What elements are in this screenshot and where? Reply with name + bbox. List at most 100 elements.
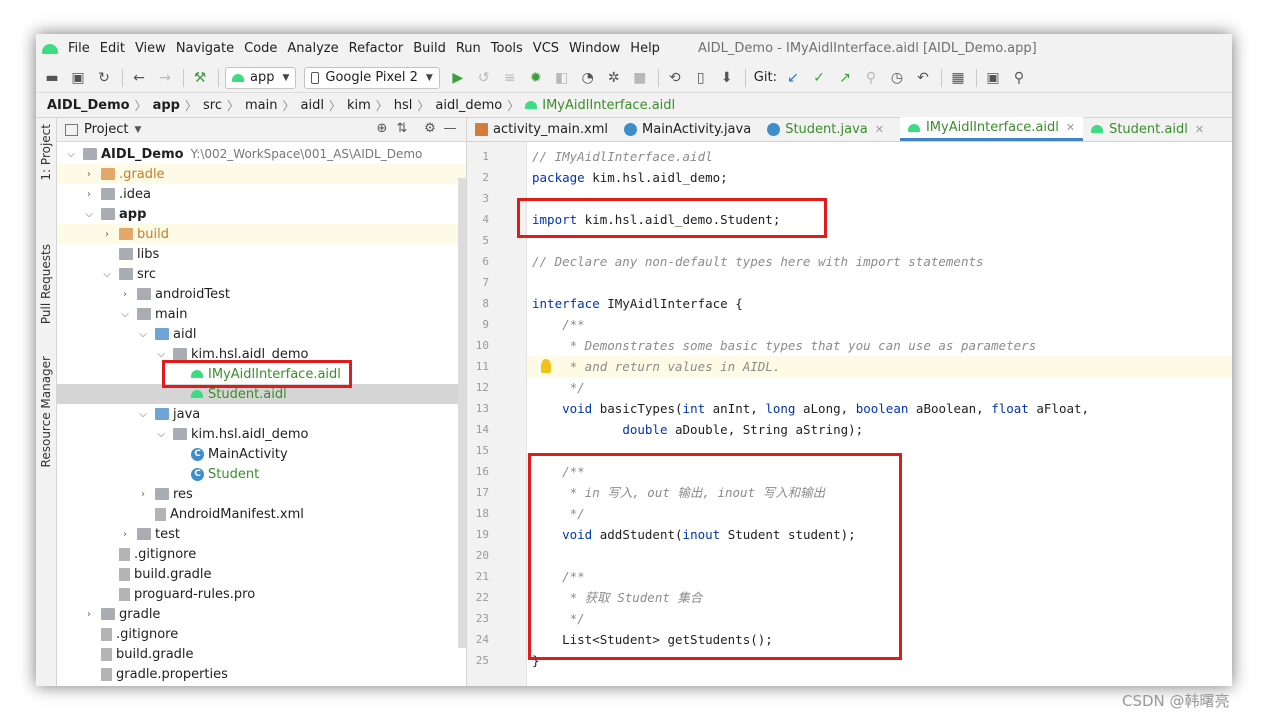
code-line[interactable]: // IMyAidlInterface.aidl — [527, 146, 1232, 167]
search-icon[interactable]: ⚲ — [1009, 68, 1029, 88]
chevron-down-icon[interactable]: ⌵ — [119, 309, 131, 320]
project-structure-icon[interactable]: ▦ — [948, 68, 968, 88]
run-config-select[interactable]: app ▼ — [225, 66, 297, 89]
code-line[interactable]: } — [527, 650, 1232, 671]
run-icon[interactable]: ▶ — [448, 68, 468, 88]
close-tab-icon[interactable]: ✕ — [875, 123, 884, 136]
chevron-right-icon[interactable]: › — [119, 289, 131, 300]
tree-row[interactable]: › test — [57, 524, 466, 544]
code-line[interactable]: */ — [527, 377, 1232, 398]
tree-row[interactable]: › build — [57, 224, 466, 244]
breadcrumb-item[interactable]: AIDL_Demo — [47, 98, 130, 113]
code-line[interactable]: package kim.hsl.aidl_demo; — [527, 167, 1232, 188]
git-update-icon[interactable]: ↙ — [783, 68, 803, 88]
tree-row[interactable]: gradle.properties — [57, 664, 466, 684]
menu-refactor[interactable]: Refactor — [349, 41, 404, 56]
chevron-right-icon[interactable]: › — [83, 609, 95, 620]
git-history-icon[interactable]: ◷ — [887, 68, 907, 88]
menu-tools[interactable]: Tools — [491, 41, 523, 56]
chevron-right-icon[interactable]: › — [83, 169, 95, 180]
close-tab-icon[interactable]: ✕ — [1195, 123, 1204, 136]
menu-analyze[interactable]: Analyze — [287, 41, 338, 56]
tree-row[interactable]: .gitignore — [57, 624, 466, 644]
git-rollback-icon[interactable]: ↶ — [913, 68, 933, 88]
tree-row[interactable]: proguard-rules.pro — [57, 584, 466, 604]
chevron-right-icon[interactable]: › — [83, 189, 95, 200]
presentation-mode-icon[interactable]: ▣ — [983, 68, 1003, 88]
menu-window[interactable]: Window — [569, 41, 620, 56]
chevron-down-icon[interactable]: ⌵ — [137, 329, 149, 340]
back-arrow-icon[interactable]: ← — [129, 68, 149, 88]
profile-icon[interactable]: ◔ — [578, 68, 598, 88]
project-tool-tab[interactable]: 1: Project — [39, 124, 53, 181]
code-line[interactable]: /** — [527, 566, 1232, 587]
tree-row[interactable]: C MainActivity — [57, 444, 466, 464]
chevron-right-icon[interactable]: › — [101, 229, 113, 240]
code-line[interactable] — [527, 272, 1232, 293]
make-project-hammer-icon[interactable]: ⚒ — [190, 68, 210, 88]
editor-tab[interactable]: Student.java ✕ — [767, 117, 892, 141]
menu-edit[interactable]: Edit — [100, 41, 125, 56]
chevron-down-icon[interactable]: ▼ — [134, 125, 141, 135]
breadcrumb-item[interactable]: aidl_demo — [435, 98, 502, 113]
tree-row[interactable]: ⌵ aidl — [57, 324, 466, 344]
chevron-right-icon[interactable]: › — [119, 529, 131, 540]
breadcrumb-item[interactable]: src — [203, 98, 222, 113]
tree-row[interactable]: build.gradle — [57, 644, 466, 664]
editor-tab[interactable]: MainActivity.java✕ — [624, 117, 759, 141]
git-commit-icon[interactable]: ✓ — [809, 68, 829, 88]
editor-tab[interactable]: IMyAidlInterface.aidl ✕ — [899, 117, 1084, 141]
code-line[interactable]: * Demonstrates some basic types that you… — [527, 335, 1232, 356]
chevron-right-icon[interactable]: › — [137, 489, 149, 500]
collapse-all-icon[interactable]: ⇅ — [392, 121, 412, 136]
debug-icon[interactable]: ✹ — [526, 68, 546, 88]
pull-requests-tool-tab[interactable]: Pull Requests — [39, 244, 53, 324]
chevron-down-icon[interactable]: ⌵ — [137, 409, 149, 420]
breadcrumb-item[interactable]: aidl — [300, 98, 323, 113]
chevron-down-icon[interactable]: ⌵ — [155, 429, 167, 440]
resource-manager-tool-tab[interactable]: Resource Manager — [39, 356, 53, 467]
menu-run[interactable]: Run — [456, 41, 481, 56]
code-line[interactable]: * and return values in AIDL. — [527, 356, 1232, 377]
editor-tab[interactable]: Student.aidl ✕ — [1091, 117, 1212, 141]
code-line[interactable]: import kim.hsl.aidl_demo.Student; — [527, 209, 1232, 230]
tree-row[interactable]: ⌵ main — [57, 304, 466, 324]
forward-arrow-icon[interactable]: → — [155, 68, 175, 88]
code-line[interactable]: /** — [527, 461, 1232, 482]
breadcrumb-item[interactable]: kim — [347, 98, 371, 113]
stop-icon[interactable]: ■ — [630, 68, 650, 88]
editor-tab[interactable]: activity_main.xml✕ — [475, 117, 616, 141]
menu-vcs[interactable]: VCS — [533, 41, 559, 56]
tree-row[interactable]: IMyAidlInterface.aidl — [57, 364, 466, 384]
tree-row[interactable]: .gitignore — [57, 544, 466, 564]
code-line[interactable]: interface IMyAidlInterface { — [527, 293, 1232, 314]
git-merge-icon[interactable]: ⚲ — [861, 68, 881, 88]
apply-changes-icon[interactable]: ↺ — [474, 68, 494, 88]
breadcrumb-item[interactable]: IMyAidlInterface.aidl — [542, 98, 675, 113]
tree-row[interactable]: › res — [57, 484, 466, 504]
code-line[interactable] — [527, 545, 1232, 566]
chevron-down-icon[interactable]: ⌵ — [155, 349, 167, 360]
tree-row[interactable]: ⌵ AIDL_Demo Y:\002_WorkSpace\001_AS\AIDL_D… — [57, 144, 466, 164]
intention-bulb-icon[interactable] — [541, 359, 551, 373]
code-line[interactable]: double aDouble, String aString); — [527, 419, 1232, 440]
tree-row[interactable]: ⌵ kim.hsl.aidl_demo — [57, 344, 466, 364]
breadcrumb-item[interactable]: hsl — [394, 98, 413, 113]
tree-row[interactable]: › .gradle — [57, 164, 466, 184]
code-line[interactable] — [527, 440, 1232, 461]
code-line[interactable]: */ — [527, 503, 1232, 524]
code-line[interactable]: */ — [527, 608, 1232, 629]
device-select[interactable]: Google Pixel 2 ▼ — [304, 66, 440, 89]
sync-icon[interactable]: ↻ — [94, 68, 114, 88]
apply-code-changes-icon[interactable]: ≡ — [500, 68, 520, 88]
locate-file-icon[interactable]: ⊕ — [372, 121, 392, 136]
code-line[interactable]: void addStudent(inout Student student); — [527, 524, 1232, 545]
code-line[interactable]: List<Student> getStudents(); — [527, 629, 1232, 650]
save-all-icon[interactable]: ▣ — [68, 68, 88, 88]
tree-row[interactable]: › .idea — [57, 184, 466, 204]
sdk-manager-icon[interactable]: ⬇ — [717, 68, 737, 88]
tree-row[interactable]: C Student — [57, 464, 466, 484]
breadcrumb-item[interactable]: main — [245, 98, 277, 113]
tree-row[interactable]: ⌵ java — [57, 404, 466, 424]
code-line[interactable]: * in 写入, out 输出, inout 写入和输出 — [527, 482, 1232, 503]
